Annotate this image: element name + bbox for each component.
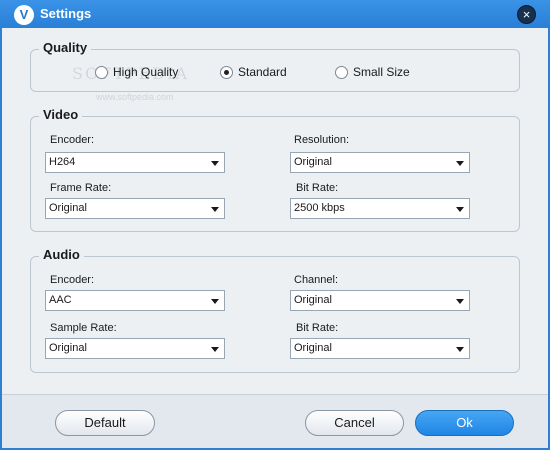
select-value: Original xyxy=(294,156,332,168)
audio-encoder-label: Encoder: xyxy=(50,274,95,286)
radio-label: High Quality xyxy=(113,65,179,79)
select-value: Original xyxy=(49,342,87,354)
select-value: Original xyxy=(294,342,332,354)
video-encoder-select[interactable]: H264 xyxy=(45,152,225,173)
radio-label: Small Size xyxy=(353,65,410,79)
resolution-label: Resolution: xyxy=(294,134,350,146)
audio-bit-rate-label: Bit Rate: xyxy=(296,322,339,334)
dropdown-arrow-icon xyxy=(211,347,219,352)
select-value: Original xyxy=(294,294,332,306)
radio-standard[interactable]: Standard xyxy=(220,64,287,80)
sample-rate-select[interactable]: Original xyxy=(45,338,225,359)
channel-select[interactable]: Original xyxy=(290,290,470,311)
quality-legend: Quality xyxy=(39,40,92,55)
select-value: H264 xyxy=(49,156,76,168)
video-legend: Video xyxy=(39,107,83,122)
sample-rate-label: Sample Rate: xyxy=(50,322,117,334)
radio-small-size[interactable]: Small Size xyxy=(335,64,410,80)
app-logo-icon: V xyxy=(14,5,34,25)
ok-button[interactable]: Ok xyxy=(415,410,514,436)
channel-label: Channel: xyxy=(294,274,339,286)
radio-label: Standard xyxy=(238,65,287,79)
audio-bit-rate-select[interactable]: Original xyxy=(290,338,470,359)
dropdown-arrow-icon xyxy=(211,207,219,212)
dropdown-arrow-icon xyxy=(456,347,464,352)
title-bar: V Settings × xyxy=(0,0,550,28)
radio-button-icon xyxy=(335,65,348,79)
frame-rate-select[interactable]: Original xyxy=(45,198,225,219)
select-value: 2500 kbps xyxy=(294,202,345,214)
dropdown-arrow-icon xyxy=(456,161,464,166)
frame-rate-label: Frame Rate: xyxy=(50,182,112,194)
default-button[interactable]: Default xyxy=(55,410,155,436)
radio-high-quality[interactable]: High Quality xyxy=(95,64,178,80)
audio-encoder-select[interactable]: AAC xyxy=(45,290,225,311)
window-title: Settings xyxy=(40,6,92,21)
select-value: Original xyxy=(49,202,87,214)
dropdown-arrow-icon xyxy=(211,299,219,304)
dropdown-arrow-icon xyxy=(456,299,464,304)
radio-button-icon xyxy=(95,65,108,79)
video-bit-rate-label: Bit Rate: xyxy=(296,182,339,194)
video-bit-rate-select[interactable]: 2500 kbps xyxy=(290,198,470,219)
audio-legend: Audio xyxy=(39,247,84,262)
dropdown-arrow-icon xyxy=(211,161,219,166)
resolution-select[interactable]: Original xyxy=(290,152,470,173)
radio-button-selected-icon xyxy=(220,65,233,79)
dropdown-arrow-icon xyxy=(456,207,464,212)
video-encoder-label: Encoder: xyxy=(50,134,95,146)
cancel-button[interactable]: Cancel xyxy=(305,410,404,436)
close-button[interactable]: × xyxy=(517,5,536,24)
select-value: AAC xyxy=(49,294,72,306)
